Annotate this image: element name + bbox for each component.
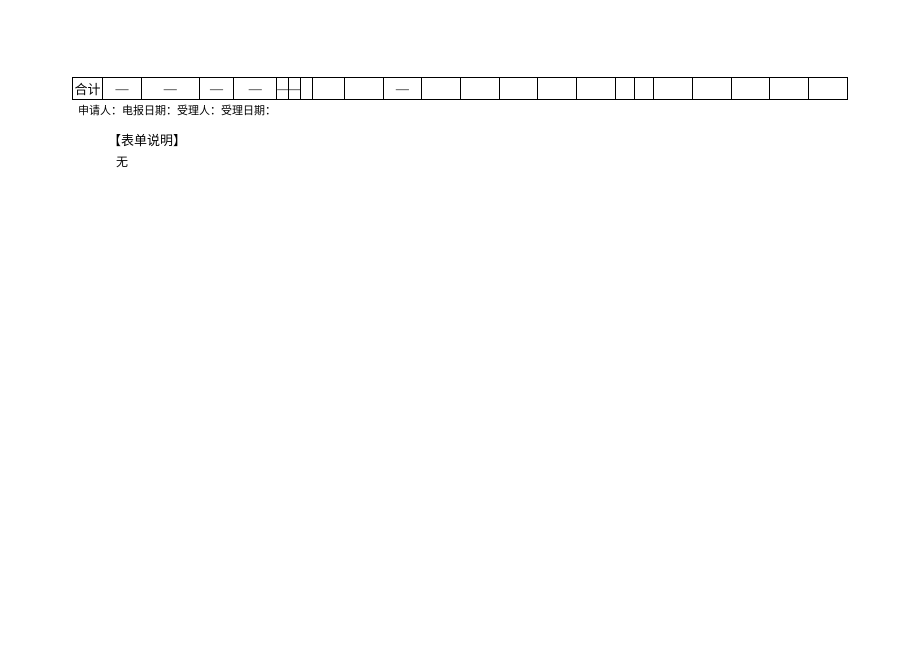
- applicant-label: 申请人：: [78, 105, 122, 117]
- cell: —: [141, 78, 199, 100]
- row-label-cell: 合计: [73, 78, 103, 100]
- cell: [344, 78, 383, 100]
- cell: [809, 78, 848, 100]
- accept-date-label: 受理日期：: [221, 105, 276, 117]
- acceptor-label: 受理人：: [177, 105, 221, 117]
- cell: [499, 78, 538, 100]
- cell: [538, 78, 577, 100]
- form-note-body: 无: [72, 153, 848, 170]
- cell: [635, 78, 654, 100]
- cell: [615, 78, 634, 100]
- cell: —: [383, 78, 422, 100]
- cell: —: [103, 78, 142, 100]
- cell: [422, 78, 461, 100]
- summary-table: 合计 — — — — — — —: [72, 77, 848, 100]
- cell: —: [289, 78, 301, 100]
- table-row: 合计 — — — — — — —: [73, 78, 848, 100]
- cell: —: [199, 78, 233, 100]
- cell: [460, 78, 499, 100]
- cell: [312, 78, 344, 100]
- cell: [300, 78, 312, 100]
- cell: [731, 78, 770, 100]
- form-note-title: 【表单说明】: [72, 130, 848, 149]
- cell: —: [277, 78, 289, 100]
- footer-line: 申请人：电报日期：受理人：受理日期：: [72, 102, 848, 118]
- report-date-label: 电报日期：: [122, 105, 177, 117]
- cell: —: [234, 78, 277, 100]
- cell: [770, 78, 809, 100]
- cell: [693, 78, 732, 100]
- cell: [654, 78, 693, 100]
- cell: [576, 78, 615, 100]
